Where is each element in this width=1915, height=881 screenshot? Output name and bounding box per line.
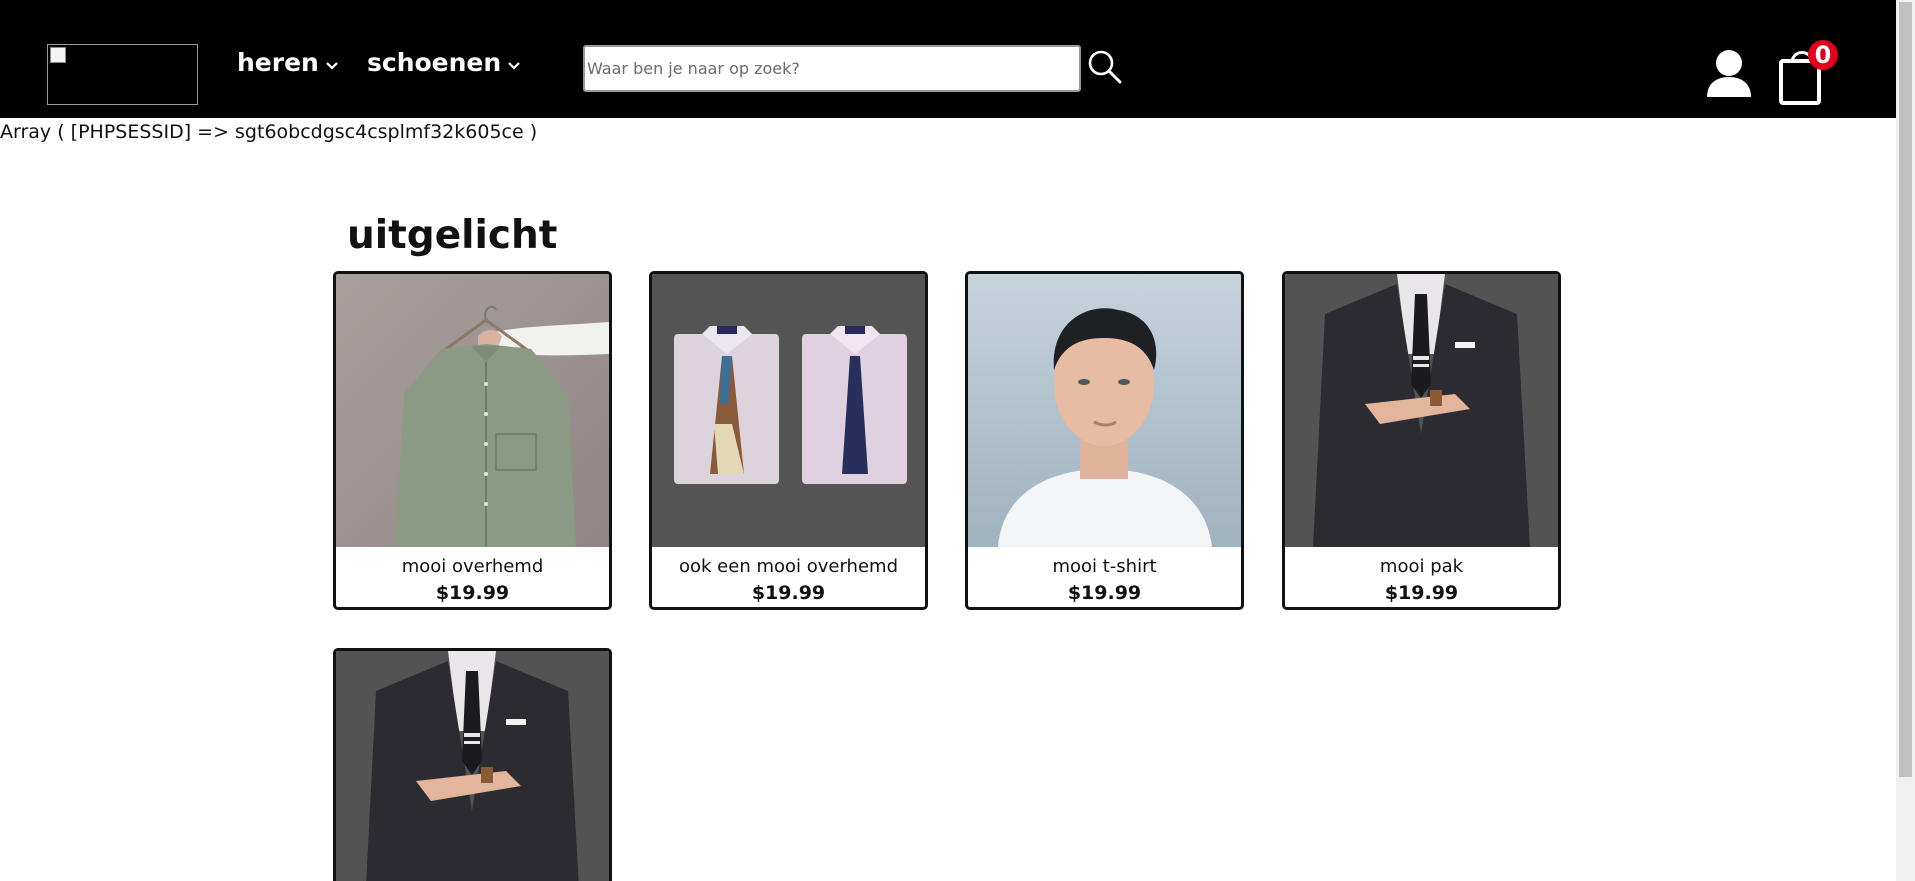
scrollbar-thumb[interactable] bbox=[1899, 2, 1912, 777]
chevron-down-icon bbox=[325, 59, 339, 73]
broken-image-icon bbox=[50, 47, 66, 63]
product-image bbox=[652, 274, 925, 547]
product-price: $19.99 bbox=[1067, 582, 1142, 604]
product-image bbox=[336, 651, 609, 881]
site-header: heren schoenen Waar ben je naar op zoek?… bbox=[0, 0, 1896, 118]
section-title: uitgelicht bbox=[347, 213, 558, 258]
product-name: mooi overhemd bbox=[401, 556, 544, 577]
nav-schoenen-label: schoenen bbox=[367, 48, 502, 77]
product-name: mooi t-shirt bbox=[1052, 556, 1157, 577]
cart-count-badge: 0 bbox=[1808, 40, 1838, 70]
product-image bbox=[968, 274, 1241, 547]
nav-heren-label: heren bbox=[237, 48, 319, 77]
page: heren schoenen Waar ben je naar op zoek?… bbox=[0, 0, 1896, 881]
product-card[interactable] bbox=[333, 648, 612, 881]
product-card[interactable]: mooi t-shirt $19.99 bbox=[965, 271, 1244, 610]
product-price: $19.99 bbox=[435, 582, 510, 604]
product-name: ook een mooi overhemd bbox=[679, 556, 898, 577]
logo[interactable] bbox=[47, 44, 198, 105]
debug-session-text: Array ( [PHPSESSID] => sgt6obcdgsc4csplm… bbox=[0, 121, 538, 143]
nav-schoenen[interactable]: schoenen bbox=[367, 46, 521, 80]
product-card[interactable]: mooi overhemd $19.99 bbox=[333, 271, 612, 610]
search-icon[interactable] bbox=[1087, 49, 1123, 85]
nav-heren[interactable]: heren bbox=[237, 46, 339, 80]
user-icon[interactable] bbox=[1705, 49, 1753, 99]
chevron-down-icon bbox=[507, 59, 521, 73]
product-image bbox=[336, 274, 609, 547]
search-input[interactable] bbox=[583, 45, 1081, 92]
product-image bbox=[1285, 274, 1558, 547]
product-card[interactable]: mooi pak $19.99 bbox=[1282, 271, 1561, 610]
product-name: mooi pak bbox=[1379, 556, 1464, 577]
product-price: $19.99 bbox=[1384, 582, 1459, 604]
product-price: $19.99 bbox=[751, 582, 826, 604]
product-card[interactable]: ook een mooi overhemd $19.99 bbox=[649, 271, 928, 610]
